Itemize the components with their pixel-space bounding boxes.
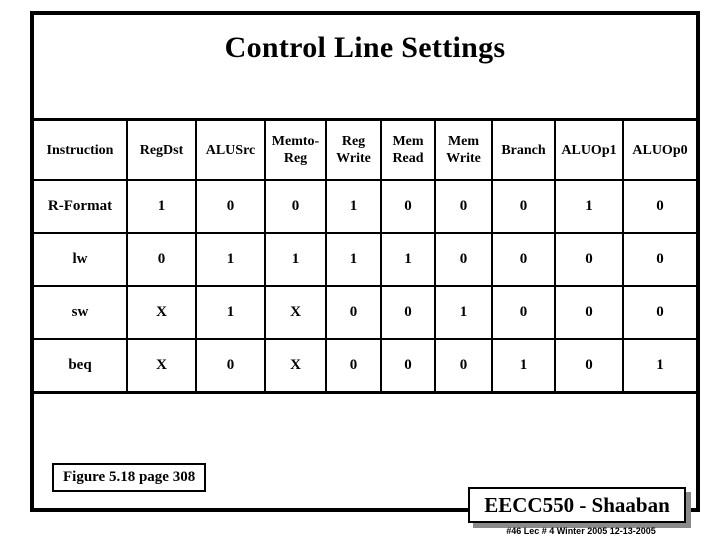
column-header-label-line1: Reg (341, 134, 366, 149)
column-header-label-line2: Read (392, 151, 424, 166)
cell-memtoreg: 1 (264, 233, 327, 287)
column-header-label-line1: Mem (447, 134, 480, 149)
table-row: R-Format 1 0 0 1 0 0 0 1 0 (34, 180, 696, 234)
control-line-settings-table: Instruction RegDst ALUSrc Memto- Reg Reg… (34, 118, 696, 394)
footer-rule-vertical-line (697, 470, 700, 512)
table-header-row: Instruction RegDst ALUSrc Memto- Reg Reg… (34, 118, 696, 181)
footer-logo: EECC550 - Shaaban #46 Lec # 4 Winter 200… (420, 470, 720, 540)
column-header-label-line2: Write (336, 151, 371, 166)
footer-badge: EECC550 - Shaaban (468, 487, 686, 523)
column-header-memwrite: Mem Write (434, 118, 493, 181)
table-row: beq X 0 X 0 0 0 1 0 1 (34, 339, 696, 394)
cell-branch: 0 (491, 180, 556, 234)
cell-memwrite: 0 (434, 339, 493, 394)
column-header-regdst: RegDst (126, 118, 197, 181)
column-header-memread: Mem Read (380, 118, 436, 181)
cell-aluop1: 0 (554, 339, 624, 394)
cell-regwrite: 0 (325, 286, 382, 340)
column-header-label: Instruction (46, 142, 114, 158)
cell-instruction: beq (34, 339, 128, 394)
cell-memwrite: 0 (434, 233, 493, 287)
column-header-label-line2: Reg (283, 151, 308, 166)
footer-rule-left-line (420, 509, 475, 512)
cell-memwrite: 0 (434, 180, 493, 234)
cell-aluop1: 0 (554, 286, 624, 340)
cell-memread: 0 (380, 286, 436, 340)
figure-reference-box: Figure 5.18 page 308 (52, 463, 207, 492)
column-header-label: ALUOp1 (561, 142, 617, 158)
cell-regwrite: 1 (325, 180, 382, 234)
cell-regdst: 1 (126, 180, 197, 234)
column-header-branch: Branch (491, 118, 556, 181)
cell-branch: 1 (491, 339, 556, 394)
cell-aluop1: 1 (554, 180, 624, 234)
page-title: Control Line Settings (224, 31, 506, 64)
cell-regwrite: 0 (325, 339, 382, 394)
cell-instruction: lw (34, 233, 128, 287)
column-header-alusrc: ALUSrc (195, 118, 266, 181)
cell-memwrite: 1 (434, 286, 493, 340)
column-header-aluop1: ALUOp1 (554, 118, 624, 181)
column-header-label-line1: Mem (392, 134, 424, 149)
cell-memtoreg: X (264, 339, 327, 394)
cell-instruction: sw (34, 286, 128, 340)
cell-regdst: X (126, 286, 197, 340)
cell-branch: 0 (491, 286, 556, 340)
cell-regwrite: 1 (325, 233, 382, 287)
cell-memread: 0 (380, 339, 436, 394)
figure-reference-label: Figure 5.18 page 308 (63, 469, 196, 485)
column-header-label-line2: Write (446, 151, 481, 166)
column-header-memtoreg: Memto- Reg (264, 118, 327, 181)
column-header-aluop0: ALUOp0 (622, 118, 696, 181)
column-header-label: Branch (501, 142, 546, 158)
cell-regdst: X (126, 339, 197, 394)
cell-memtoreg: 0 (264, 180, 327, 234)
cell-aluop1: 0 (554, 233, 624, 287)
table-row: sw X 1 X 0 0 1 0 0 0 (34, 286, 696, 340)
cell-aluop0: 0 (622, 286, 696, 340)
table-row: lw 0 1 1 1 1 0 0 0 0 (34, 233, 696, 287)
column-header-instruction: Instruction (34, 118, 128, 181)
column-header-label: RegDst (139, 142, 184, 158)
cell-alusrc: 1 (195, 286, 266, 340)
cell-alusrc: 1 (195, 233, 266, 287)
cell-aluop0: 1 (622, 339, 696, 394)
footer-badge-label: EECC550 - Shaaban (484, 493, 670, 517)
column-header-label: ALUSrc (205, 142, 256, 158)
cell-branch: 0 (491, 233, 556, 287)
cell-memread: 0 (380, 180, 436, 234)
column-header-label: ALUOp0 (632, 142, 688, 158)
column-header-label-line1: Memto- (271, 134, 320, 149)
cell-aluop0: 0 (622, 233, 696, 287)
cell-instruction: R-Format (34, 180, 128, 234)
cell-memread: 1 (380, 233, 436, 287)
cell-alusrc: 0 (195, 180, 266, 234)
cell-aluop0: 0 (622, 180, 696, 234)
cell-alusrc: 0 (195, 339, 266, 394)
cell-regdst: 0 (126, 233, 197, 287)
table: Instruction RegDst ALUSrc Memto- Reg Reg… (34, 118, 696, 394)
cell-memtoreg: X (264, 286, 327, 340)
footer-subtext: #46 Lec # 4 Winter 2005 12-13-2005 (506, 526, 656, 536)
column-header-regwrite: Reg Write (325, 118, 382, 181)
